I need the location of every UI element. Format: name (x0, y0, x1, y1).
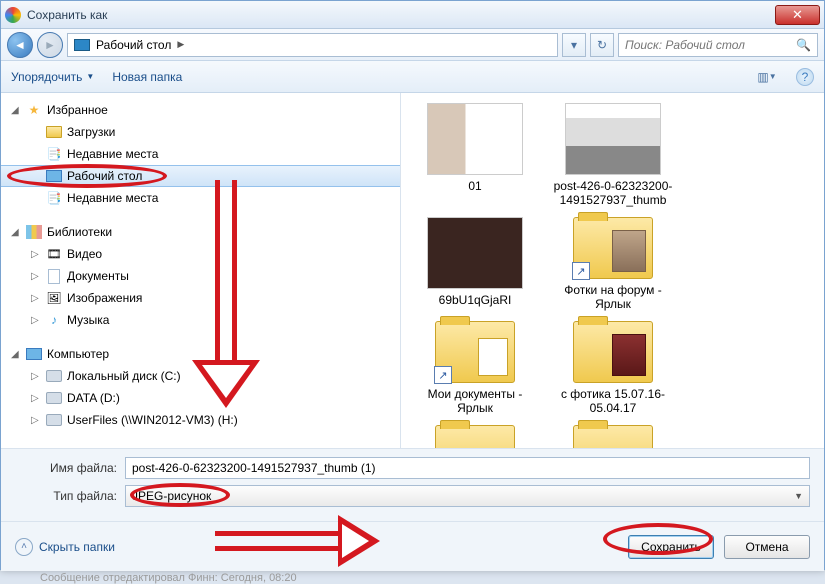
tree-userfiles-h[interactable]: ▷UserFiles (\\WIN2012-VM3) (H:) (1, 409, 400, 431)
hide-folders-button[interactable]: ˄Скрыть папки (15, 538, 115, 556)
path-segment[interactable]: Рабочий стол (96, 38, 171, 52)
shortcut-icon: ↗ (572, 262, 590, 280)
folder-icon (573, 321, 653, 383)
folder-icon (435, 425, 515, 448)
toolbar: Упорядочить▼ Новая папка ▥ ▼ ? (1, 61, 824, 93)
folder-item[interactable] (549, 425, 677, 448)
filetype-label: Тип файла: (15, 489, 125, 503)
status-text: Сообщение отредактировал Финн: Сегодня, … (40, 572, 297, 584)
filename-panel: Имя файла: Тип файла: JPEG-рисунок▼ (1, 448, 824, 521)
back-button[interactable]: ◄ (7, 32, 33, 58)
tree-images[interactable]: ▷🖼Изображения (1, 287, 400, 309)
tree-data-d[interactable]: ▷DATA (D:) (1, 387, 400, 409)
tree-music[interactable]: ▷♪Музыка (1, 309, 400, 331)
tree-downloads[interactable]: Загрузки (1, 121, 400, 143)
tree-recent-places[interactable]: 📑Недавние места (1, 143, 400, 165)
folder-icon (573, 425, 653, 448)
tree-libraries[interactable]: ◢Библиотеки (1, 221, 400, 243)
view-button[interactable]: ▥ ▼ (756, 67, 778, 87)
tree-computer[interactable]: ◢Компьютер (1, 343, 400, 365)
forward-button[interactable]: ► (37, 32, 63, 58)
nav-bar: ◄ ► Рабочий стол ▶ ▾ ↻ 🔍 (1, 29, 824, 61)
footer: ˄Скрыть папки Сохранить Отмена (1, 521, 824, 571)
address-bar[interactable]: Рабочий стол ▶ (67, 33, 558, 57)
titlebar: Сохранить как ✕ (1, 1, 824, 29)
file-list: 01 post-426-0-62323200-1491527937_thumb … (401, 93, 824, 448)
cancel-button[interactable]: Отмена (724, 535, 810, 559)
search-box[interactable]: 🔍 (618, 33, 818, 57)
refresh-button[interactable]: ↻ (590, 33, 614, 57)
chevron-up-icon: ˄ (15, 538, 33, 556)
filename-input[interactable] (132, 461, 803, 475)
search-icon: 🔍 (796, 38, 811, 52)
filename-label: Имя файла: (15, 461, 125, 475)
organize-button[interactable]: Упорядочить▼ (11, 70, 94, 84)
new-folder-button[interactable]: Новая папка (112, 70, 182, 84)
shortcut-icon: ↗ (434, 366, 452, 384)
close-button[interactable]: ✕ (775, 5, 820, 25)
thumbnail (427, 103, 523, 175)
chevron-down-icon: ▼ (794, 491, 803, 501)
tree-recent-places-2[interactable]: 📑Недавние места (1, 187, 400, 209)
folder-icon: ↗ (435, 321, 515, 383)
folder-item[interactable] (411, 425, 539, 448)
prev-locations-button[interactable]: ▾ (562, 33, 586, 57)
desktop-icon (74, 39, 90, 51)
folder-shortcut[interactable]: ↗Фотки на форум - Ярлык (549, 217, 677, 311)
path-arrow-icon[interactable]: ▶ (177, 39, 184, 50)
filetype-select[interactable]: JPEG-рисунок▼ (125, 485, 810, 507)
tree-video[interactable]: ▷🎞Видео (1, 243, 400, 265)
thumbnail (565, 103, 661, 175)
folder-shortcut[interactable]: ↗Мои документы - Ярлык (411, 321, 539, 415)
save-as-dialog: Сохранить как ✕ ◄ ► Рабочий стол ▶ ▾ ↻ 🔍… (0, 0, 825, 570)
nav-tree: ◢★Избранное Загрузки 📑Недавние места Раб… (1, 93, 401, 448)
file-item[interactable]: 69bU1qGjaRI (411, 217, 539, 311)
tree-favorites[interactable]: ◢★Избранное (1, 99, 400, 121)
chrome-icon (5, 7, 21, 23)
folder-icon: ↗ (573, 217, 653, 279)
file-item[interactable]: post-426-0-62323200-1491527937_thumb (549, 103, 677, 207)
save-button[interactable]: Сохранить (628, 535, 714, 559)
filename-input-wrap[interactable] (125, 457, 810, 479)
search-input[interactable] (625, 38, 796, 52)
file-item[interactable]: 01 (411, 103, 539, 207)
folder-item[interactable]: с фотика 15.07.16-05.04.17 (549, 321, 677, 415)
help-button[interactable]: ? (796, 68, 814, 86)
window-title: Сохранить как (27, 8, 775, 22)
tree-documents[interactable]: ▷Документы (1, 265, 400, 287)
tree-desktop[interactable]: Рабочий стол (1, 165, 400, 187)
thumbnail (427, 217, 523, 289)
tree-local-disk-c[interactable]: ▷Локальный диск (C:) (1, 365, 400, 387)
